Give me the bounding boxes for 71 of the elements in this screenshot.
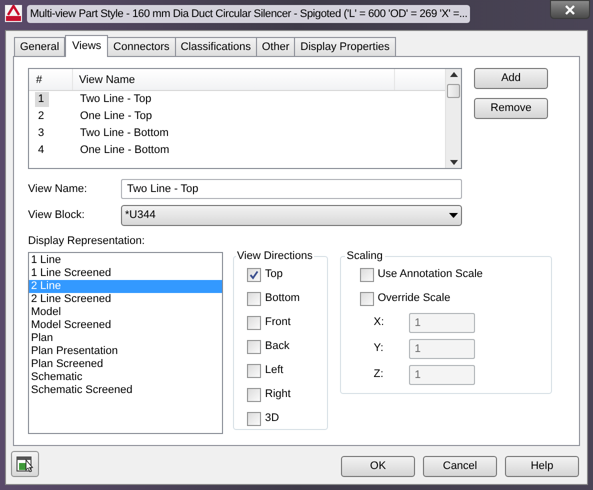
tab[interactable]: Views xyxy=(65,35,108,57)
column-header: # xyxy=(29,69,73,90)
group-title: View Directions xyxy=(236,249,314,264)
row-number[interactable]: 3 xyxy=(35,126,49,141)
list-item[interactable]: Model xyxy=(29,306,222,319)
checkbox[interactable] xyxy=(247,268,261,282)
checkbox-label: Left xyxy=(265,363,284,378)
table-cell-text: Two Line - Bottom xyxy=(80,126,169,142)
checkbox-label: Override Scale xyxy=(378,291,450,306)
checkbox[interactable] xyxy=(247,388,261,402)
checkbox[interactable] xyxy=(247,316,261,330)
checkbox-label: Use Annotation Scale xyxy=(378,267,483,282)
view-block-dropdown[interactable]: *U344 xyxy=(121,205,462,226)
checkbox-label: Right xyxy=(265,387,291,402)
list-item[interactable]: 1 Line Screened xyxy=(29,267,222,280)
field-label: Y: xyxy=(374,341,384,356)
row-number[interactable]: 1 xyxy=(35,92,49,107)
tab[interactable]: Classifications xyxy=(174,37,257,56)
group-title: Scaling xyxy=(346,249,384,264)
field-label: View Block: xyxy=(28,208,86,224)
dialog-button[interactable]: Add xyxy=(474,68,548,89)
window-title: Multi-view Part Style - 160 mm Dia Duct Circular Silencer - Spigoted ('L' = 600 'OD' = 269 'X' =... xyxy=(27,5,470,23)
list-item[interactable]: 2 Line Screened xyxy=(29,293,222,306)
tab[interactable]: Other xyxy=(256,37,296,56)
checkbox[interactable] xyxy=(247,340,261,354)
dialog-button[interactable]: Remove xyxy=(474,98,548,119)
close-button[interactable] xyxy=(550,0,590,19)
checkbox[interactable] xyxy=(247,412,261,426)
field-label: Z: xyxy=(374,367,384,382)
checkbox-label: Back xyxy=(265,339,290,354)
field-label: X: xyxy=(374,315,386,330)
list-item[interactable]: Plan Screened xyxy=(29,358,222,371)
table-cell-text: One Line - Top xyxy=(80,109,152,124)
checkbox-label: Bottom xyxy=(265,291,300,306)
tab[interactable]: Connectors xyxy=(107,37,176,56)
list-item[interactable]: Schematic xyxy=(29,371,222,384)
table-cell-text: Two Line - Top xyxy=(80,92,152,108)
list-item[interactable]: 1 Line xyxy=(29,254,222,267)
checkbox[interactable] xyxy=(247,364,261,378)
checkbox-label: Front xyxy=(265,315,291,330)
app-logo-icon xyxy=(5,5,22,22)
checkbox[interactable] xyxy=(360,268,374,282)
caret-icon xyxy=(449,213,458,218)
field-label: View Name: xyxy=(28,182,88,197)
column-header: View Name xyxy=(73,69,395,90)
row-number[interactable]: 4 xyxy=(35,143,49,158)
checkbox-label: 3D xyxy=(265,411,280,426)
tab[interactable]: Display Properties xyxy=(294,37,396,56)
dialog-button[interactable]: Help xyxy=(505,456,579,476)
checkbox[interactable] xyxy=(360,292,374,306)
dialog-button[interactable]: OK xyxy=(341,456,415,476)
table-cell-text: One Line - Bottom xyxy=(80,143,170,158)
checkbox[interactable] xyxy=(247,292,261,306)
checkbox-label: Top xyxy=(265,267,283,282)
window-cursor-icon xyxy=(16,456,34,472)
scroll-down-icon[interactable] xyxy=(450,160,458,165)
dialog-button[interactable]: Cancel xyxy=(423,456,497,476)
list-item[interactable]: Model Screened xyxy=(29,319,222,332)
scroll-up-icon[interactable] xyxy=(450,72,458,77)
row-number[interactable]: 2 xyxy=(35,109,49,124)
list-item[interactable]: Schematic Screened xyxy=(29,384,222,397)
tool-button[interactable] xyxy=(11,451,39,477)
list-item[interactable]: Plan xyxy=(29,332,222,345)
list-item[interactable]: Plan Presentation xyxy=(29,345,222,358)
checkmark-icon xyxy=(249,270,259,280)
section-label: Display Representation: xyxy=(28,234,146,248)
scroll-thumb[interactable] xyxy=(447,84,460,98)
view-name-field[interactable]: Two Line - Top xyxy=(121,179,462,199)
scrollbar[interactable] xyxy=(445,69,461,168)
tab[interactable]: General xyxy=(14,37,66,56)
close-icon xyxy=(565,4,575,14)
